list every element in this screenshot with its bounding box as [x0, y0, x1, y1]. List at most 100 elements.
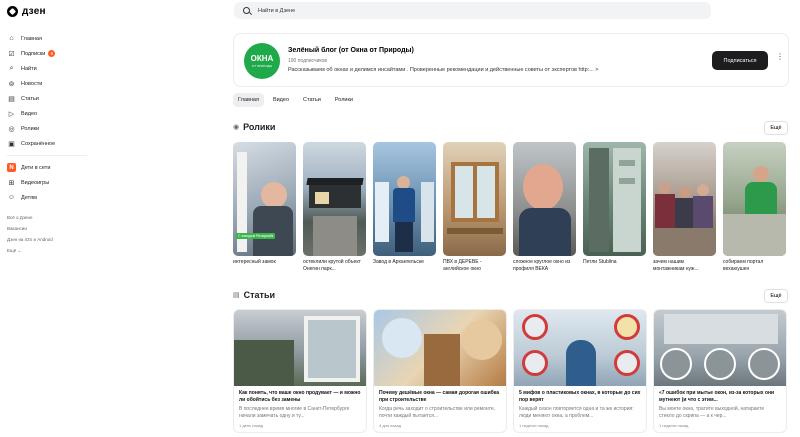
articles-icon: ▤ — [8, 95, 15, 103]
article-card[interactable]: «7 ошибок при мытье окон, из-за которых … — [653, 309, 787, 433]
short-card[interactable]: сложное круглое окно из профиля ВЕКА — [513, 142, 576, 273]
shorts-section-title: ◉ Ролики — [233, 122, 275, 132]
short-thumbnail — [583, 142, 646, 256]
video-icon: ▷ — [8, 110, 15, 118]
channel-avatar[interactable]: ОКНА ОТ ПРИРОДЫ — [244, 43, 280, 79]
search-placeholder: Найти в Дзене — [258, 7, 296, 14]
short-title: остеклили крутой объект Онегин парк... — [303, 259, 361, 272]
tab-shorts[interactable]: Ролики — [330, 93, 358, 107]
sidebar: дзен ⌂ Главная ☑ Подписки 6 ⌕ Найти ⊚ Но… — [0, 0, 100, 437]
article-title: «7 ошибок при мытье окон, из-за которых … — [659, 390, 775, 403]
article-description: В последнее время многие в Санкт-Петербу… — [239, 406, 350, 419]
logo-text: дзен — [22, 6, 46, 17]
article-image — [234, 310, 366, 386]
short-title: интересный замок — [233, 259, 276, 265]
article-card[interactable]: Почему дешёвые окна — самая дорогая ошиб… — [373, 309, 507, 433]
short-card[interactable]: зачем нашим монтажникам нуж... — [653, 142, 716, 273]
article-date: 1 неделю назад — [519, 423, 549, 428]
sidebar-item-news[interactable]: ⊚ Новости — [7, 76, 97, 91]
article-title: Как понять, что ваше окно продувает — и … — [239, 390, 361, 403]
section-title-text: Ролики — [243, 122, 276, 132]
sidebar-item-search[interactable]: ⌕ Найти — [7, 61, 97, 76]
sidebar-item-label: Подписки — [21, 50, 46, 57]
article-image — [374, 310, 506, 386]
gamepad-icon: ⊞ — [8, 179, 15, 187]
shorts-icon: ◉ — [233, 124, 240, 131]
subscribe-button[interactable]: Подписаться — [712, 51, 768, 70]
sidebar-item-label: Новости — [21, 80, 43, 87]
article-description: Когда речь заходит о строительстве или р… — [379, 406, 496, 419]
link-more[interactable]: Ещё ⌄ — [7, 245, 53, 256]
short-title: Завод в Архангельске — [373, 259, 424, 265]
sidebar-divider — [7, 155, 87, 156]
short-title: Петли Stublina — [583, 259, 617, 265]
kids-icon: N — [7, 163, 16, 172]
article-image — [654, 310, 786, 386]
short-title: сложное круглое окно из профиля ВЕКА — [513, 259, 571, 272]
article-card[interactable]: Как понять, что ваше окно продувает — и … — [233, 309, 367, 433]
tab-articles[interactable]: Статьи — [298, 93, 326, 107]
sidebar-item-videogames[interactable]: ⊞ Видеоигры — [7, 175, 97, 190]
short-card[interactable]: ПВХ в ДЕРЕВЕ - английское окно — [443, 142, 506, 273]
short-card[interactable]: Петли Stublina — [583, 142, 646, 273]
subscriber-count: 190 подписчиков — [288, 58, 328, 64]
sidebar-nav: ⌂ Главная ☑ Подписки 6 ⌕ Найти ⊚ Новости… — [7, 31, 97, 205]
sidebar-item-articles[interactable]: ▤ Статьи — [7, 91, 97, 106]
sidebar-item-kids-online[interactable]: N Дети в сети — [7, 160, 97, 175]
search-icon: ⌕ — [9, 64, 14, 72]
sidebar-item-label: Детям — [21, 194, 37, 201]
subscriptions-icon: ☑ — [8, 50, 15, 58]
short-thumbnail: С заводом Рехаумайк — [233, 142, 296, 256]
tab-main[interactable]: Главная — [233, 93, 264, 107]
avatar-text: ОКНА — [250, 54, 274, 63]
shorts-more-button[interactable]: Ещё — [764, 121, 788, 135]
dzen-logo[interactable]: дзен — [7, 6, 46, 17]
search-input[interactable]: Найти в Дзене — [234, 2, 711, 19]
short-title: ПВХ в ДЕРЕВЕ - английское окно — [443, 259, 482, 272]
short-thumbnail — [723, 142, 786, 256]
article-description: Каждый сезон повторяется одна и та же ис… — [519, 406, 634, 419]
article-title: Почему дешёвые окна — самая дорогая ошиб… — [379, 390, 500, 403]
sidebar-item-label: Видеоигры — [21, 179, 50, 186]
shorts-list: С заводом Рехаумайк интересный замок ост… — [233, 142, 786, 273]
more-options-icon[interactable]: ⋮ — [776, 53, 784, 61]
short-card[interactable]: С заводом Рехаумайк интересный замок — [233, 142, 296, 273]
link-about[interactable]: Всё о Дзене — [7, 212, 53, 223]
articles-list: Как понять, что ваше окно продувает — и … — [233, 309, 787, 433]
short-card[interactable]: Завод в Архангельске — [373, 142, 436, 273]
sidebar-item-label: Ролики — [21, 125, 40, 132]
article-title: 5 мифов о пластиковых окнах, в которые д… — [519, 390, 641, 403]
sidebar-item-home[interactable]: ⌂ Главная — [7, 31, 97, 46]
article-date: 1 неделю назад — [659, 423, 689, 428]
footer-links: Всё о Дзене Вакансии Дзен на iOS и Andro… — [7, 212, 53, 256]
avatar-subtext: ОТ ПРИРОДЫ — [251, 64, 273, 68]
channel-header: ОКНА ОТ ПРИРОДЫ Зелёный блог (от Окна от… — [233, 33, 789, 87]
short-thumbnail — [373, 142, 436, 256]
tab-video[interactable]: Видео — [268, 93, 294, 107]
channel-description[interactable]: Рассказываем об окнах и делимся инсайтам… — [288, 67, 599, 73]
notification-badge: 6 — [48, 50, 56, 57]
shorts-icon: ◎ — [8, 125, 15, 133]
sidebar-item-subscriptions[interactable]: ☑ Подписки 6 — [7, 46, 97, 61]
article-card[interactable]: 5 мифов о пластиковых окнах, в которые д… — [513, 309, 647, 433]
short-card[interactable]: остеклили крутой объект Онегин парк... — [303, 142, 366, 273]
short-thumbnail — [513, 142, 576, 256]
sidebar-item-label: Статьи — [21, 95, 39, 102]
short-thumbnail — [653, 142, 716, 256]
search-icon — [243, 7, 250, 14]
link-vacancies[interactable]: Вакансии — [7, 223, 53, 234]
article-description: Вы моете окна, тратите выходной, натирае… — [659, 406, 765, 419]
sidebar-item-saved[interactable]: ▣ Сохранённое — [7, 136, 97, 151]
bookmark-icon: ▣ — [8, 140, 15, 148]
sidebar-item-children[interactable]: ☺ Детям — [7, 190, 97, 205]
short-thumbnail — [303, 142, 366, 256]
articles-section-title: ▤ Статьи — [233, 290, 275, 300]
articles-more-button[interactable]: Ещё — [764, 289, 788, 303]
short-card[interactable]: собираем портал вехаюушен — [723, 142, 786, 273]
link-mobile-apps[interactable]: Дзен на iOS и Android — [7, 234, 53, 245]
dzen-logo-icon — [7, 6, 18, 17]
article-image — [514, 310, 646, 386]
sidebar-item-label: Сохранённое — [21, 140, 56, 147]
sidebar-item-shorts[interactable]: ◎ Ролики — [7, 121, 97, 136]
sidebar-item-video[interactable]: ▷ Видео — [7, 106, 97, 121]
